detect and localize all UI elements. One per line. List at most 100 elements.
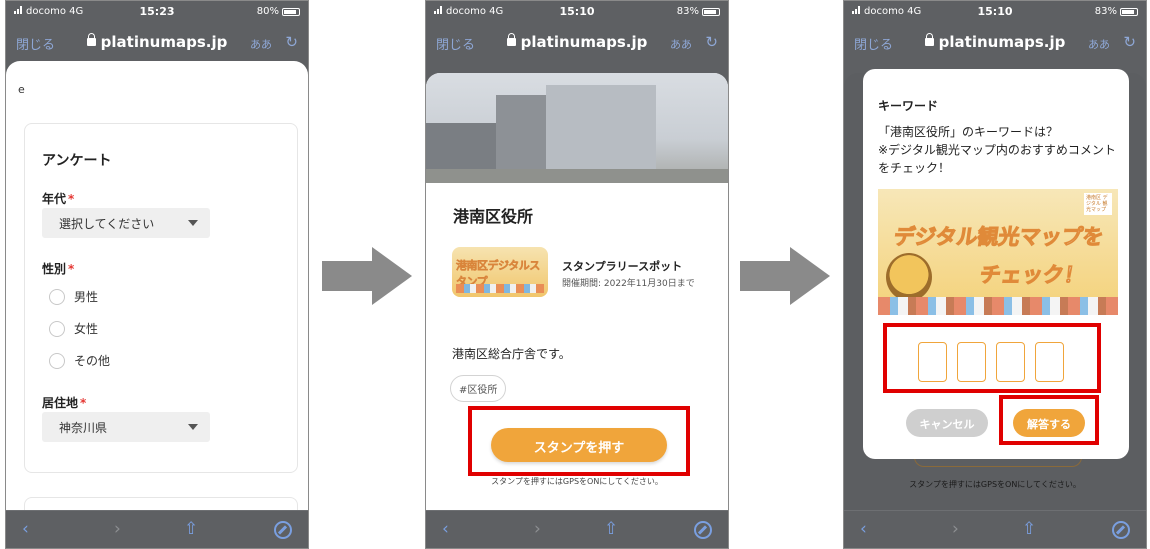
building-shape — [546, 85, 656, 175]
battery-indicator: 83% — [677, 6, 720, 17]
spot-name: 港南区役所 — [453, 207, 534, 226]
cancel-button[interactable]: キャンセル — [906, 409, 988, 437]
radio-icon[interactable] — [49, 320, 65, 337]
browser-url-bar: 閉じる platinumaps.jp ああ ↻ — [844, 25, 1146, 61]
battery-icon — [702, 7, 720, 16]
browser-toolbar: ‹ › ⇧ — [6, 510, 308, 548]
keyword-char-box[interactable] — [918, 342, 947, 382]
battery-percent: 83% — [1094, 6, 1117, 17]
gender-label: 性別 * — [42, 260, 74, 277]
event-period: 開催期間: 2022年11月30日まで — [562, 279, 695, 289]
gps-note: スタンプを押すにはGPSをONにしてください。 — [491, 477, 663, 486]
battery-indicator: 80% — [257, 6, 300, 17]
tag-chip[interactable]: #区役所 — [450, 375, 507, 402]
arrow-shaft — [322, 261, 374, 291]
compass-icon[interactable] — [274, 521, 292, 539]
phone-screen-spot: docomo 4G 15:10 83% 閉じる platinumaps.jp あ… — [425, 0, 729, 549]
caret-down-icon — [188, 424, 198, 430]
answer-button[interactable]: 解答する — [1013, 409, 1085, 437]
previous-text-fragment: e — [18, 83, 25, 96]
keyword-char-box[interactable] — [1035, 342, 1064, 382]
compass-icon[interactable] — [1112, 521, 1130, 539]
town-illustration — [456, 284, 544, 293]
battery-icon — [1120, 7, 1138, 16]
keyword-question: 「港南区役所」のキーワードは？ ※デジタル観光マップ内のおすすめコメントをチェッ… — [878, 125, 1116, 175]
keyword-char-box[interactable] — [996, 342, 1025, 382]
compass-icon[interactable] — [694, 521, 712, 539]
status-bar: docomo 4G 15:10 83% — [844, 1, 1146, 23]
residence-select-value: 神奈川県 — [59, 421, 108, 435]
gender-option-label: 男性 — [74, 290, 99, 304]
back-icon[interactable]: ‹ — [442, 519, 449, 539]
spot-description: 港南区総合庁舎です。 — [452, 347, 571, 361]
spot-photo — [426, 73, 728, 183]
share-icon[interactable]: ⇧ — [1022, 519, 1036, 539]
lock-icon — [506, 33, 516, 46]
tourism-map-banner: 港南区 デジタル 観光マップ デジタル観光マップを チェック！ — [878, 189, 1118, 315]
gps-note: スタンプを押すにはGPSをONにしてください。 — [909, 480, 1081, 489]
survey-sheet: e アンケート 年代 * 選択してください 性別 * 男性 女性 その他 居住地 * … — [6, 61, 308, 537]
gender-option-other[interactable]: その他 — [49, 352, 110, 369]
mascot-icon — [886, 253, 932, 301]
text-size-button[interactable]: ああ — [250, 36, 272, 52]
stamp-button[interactable]: スタンプを押す — [491, 428, 667, 462]
keyword-char-box[interactable] — [957, 342, 986, 382]
reload-icon[interactable]: ↻ — [285, 33, 298, 51]
status-bar: docomo 4G 15:10 83% — [426, 1, 728, 23]
gender-option-label: 女性 — [74, 322, 99, 336]
age-label-text: 年代 — [42, 192, 67, 206]
arrow-head — [372, 247, 412, 305]
text-size-button[interactable]: ああ — [1088, 36, 1110, 52]
battery-percent: 83% — [676, 6, 699, 17]
share-icon[interactable]: ⇧ — [604, 519, 618, 539]
gender-option-female[interactable]: 女性 — [49, 320, 98, 337]
reload-icon[interactable]: ↻ — [705, 33, 718, 51]
domain-text: platinumaps.jp — [520, 33, 648, 51]
spot-category: スタンプラリースポット — [562, 260, 683, 273]
lock-icon — [924, 33, 934, 46]
gender-option-male[interactable]: 男性 — [49, 288, 98, 305]
age-select[interactable]: 選択してください — [42, 208, 210, 238]
radio-icon[interactable] — [49, 352, 65, 369]
share-icon[interactable]: ⇧ — [184, 519, 198, 539]
text-size-button[interactable]: ああ — [670, 36, 692, 52]
battery-percent: 80% — [256, 6, 279, 17]
keyword-dialog: キーワード 「港南区役所」のキーワードは？ ※デジタル観光マップ内のおすすめコメ… — [863, 69, 1129, 459]
status-bar: docomo 4G 15:23 80% — [6, 1, 308, 23]
spot-sheet: 港南区役所 港南区デジタルスタンプ スタンプラリースポット 開催期間: 2022… — [426, 73, 728, 510]
back-icon[interactable]: ‹ — [860, 519, 867, 539]
domain-text: platinumaps.jp — [100, 33, 228, 51]
phone-screen-keyword: docomo 4G 15:10 83% 閉じる platinumaps.jp あ… — [843, 0, 1147, 549]
forward-icon[interactable]: › — [114, 519, 121, 539]
required-mark: * — [80, 396, 87, 410]
radio-icon[interactable] — [49, 288, 65, 305]
forward-icon[interactable]: › — [534, 519, 541, 539]
gender-option-label: その他 — [74, 354, 111, 368]
required-mark: * — [68, 192, 75, 206]
phone-screen-survey: docomo 4G 15:23 80% 閉じる platinumaps.jp あ… — [5, 0, 309, 549]
map-logo: 港南区 デジタル 観光マップ — [1084, 193, 1112, 215]
banner-text-line1: デジタル観光マップを — [892, 225, 1106, 250]
residence-label: 居住地 * — [42, 394, 86, 411]
dialog-title: キーワード — [878, 99, 939, 113]
back-icon[interactable]: ‹ — [22, 519, 29, 539]
road-shape — [426, 169, 728, 183]
residence-select[interactable]: 神奈川県 — [42, 412, 210, 442]
caret-down-icon — [188, 220, 198, 226]
stamp-thumbnail: 港南区デジタルスタンプ — [452, 247, 548, 297]
battery-indicator: 83% — [1095, 6, 1138, 17]
required-mark: * — [68, 262, 75, 276]
keyword-input[interactable] — [918, 342, 1064, 382]
browser-toolbar: ‹ › ⇧ — [844, 510, 1146, 548]
age-label: 年代 * — [42, 190, 74, 207]
lock-icon — [86, 33, 96, 46]
age-select-value: 選択してください — [59, 217, 155, 231]
browser-url-bar: 閉じる platinumaps.jp ああ ↻ — [426, 25, 728, 61]
forward-icon[interactable]: › — [952, 519, 959, 539]
banner-text-line2: チェック！ — [978, 263, 1087, 288]
arrow-shaft — [740, 261, 792, 291]
gender-label-text: 性別 — [42, 262, 67, 276]
reload-icon[interactable]: ↻ — [1123, 33, 1136, 51]
browser-url-bar: 閉じる platinumaps.jp ああ ↻ — [6, 25, 308, 61]
domain-text: platinumaps.jp — [938, 33, 1066, 51]
